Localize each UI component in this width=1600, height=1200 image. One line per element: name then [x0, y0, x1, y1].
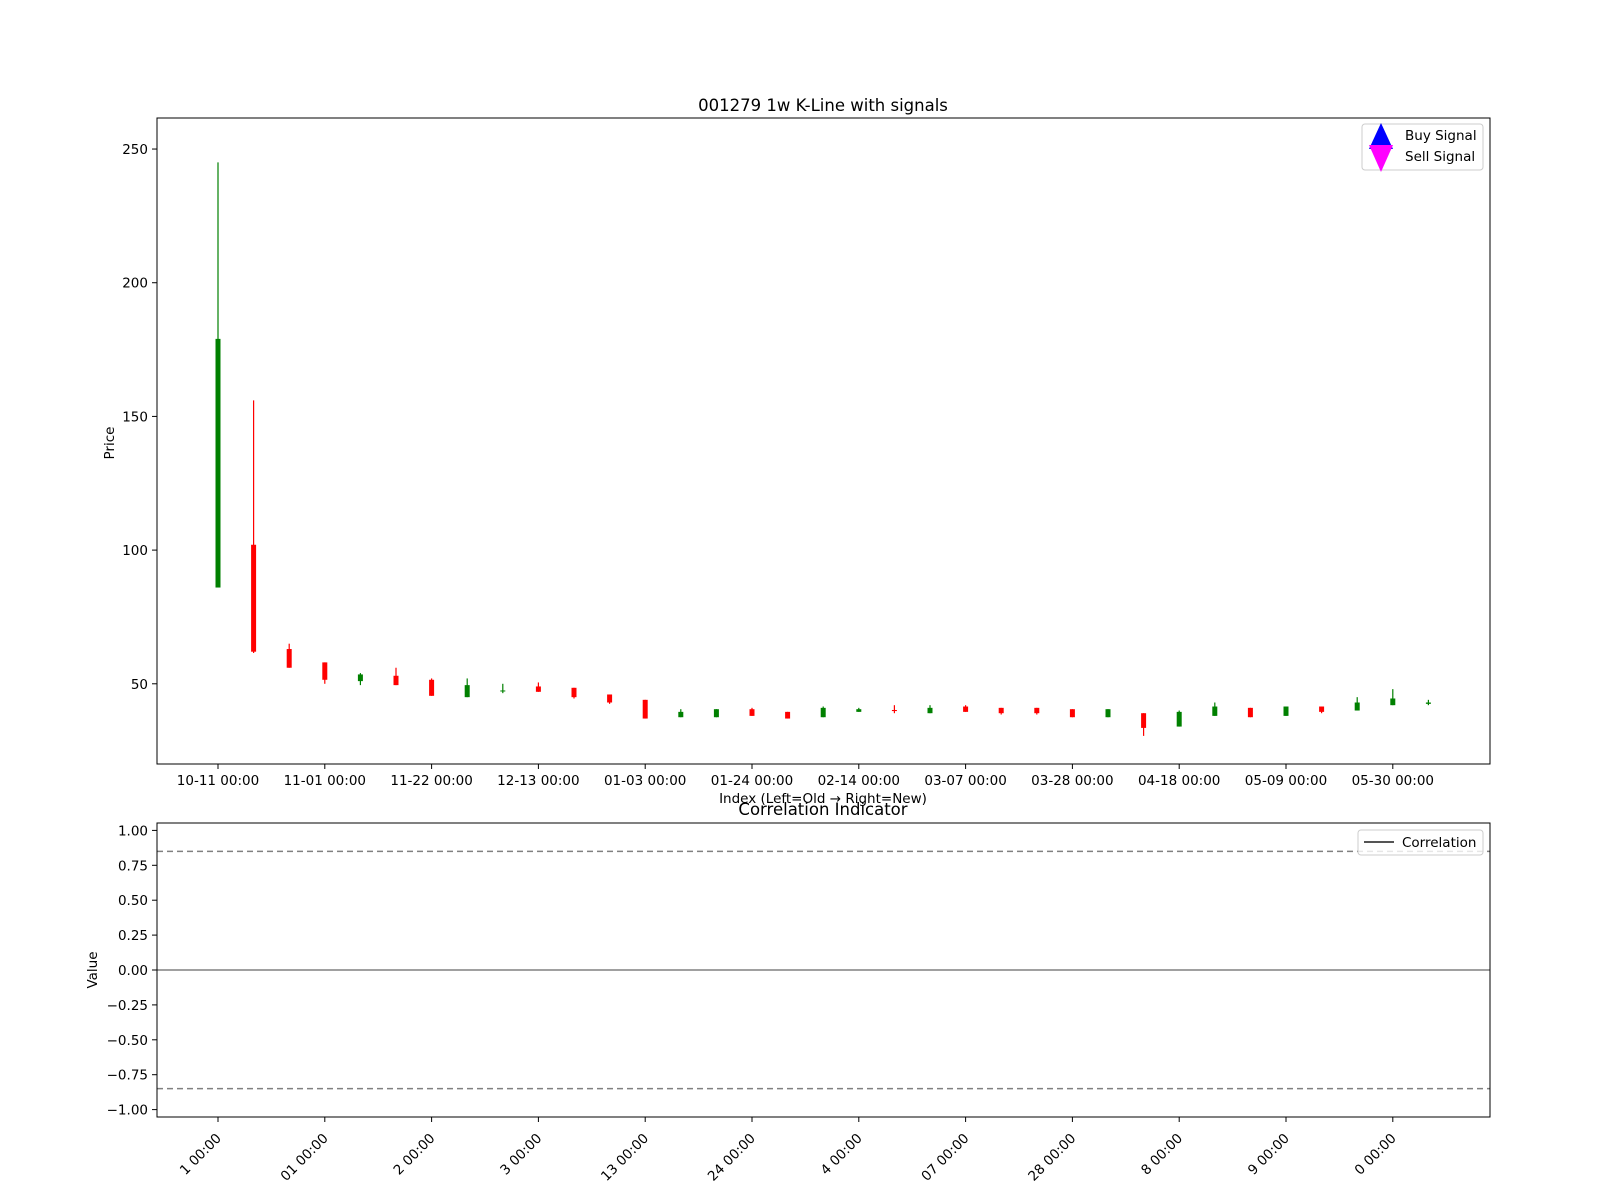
candle-body-up [820, 707, 826, 718]
kline-ylabel: Price [102, 427, 118, 460]
kline-xtick-label: 11-22 00:00 [390, 773, 472, 789]
candle-body-down [286, 649, 292, 668]
candle-body-up [927, 707, 933, 714]
candle-body-up [1105, 709, 1111, 718]
correlation-ytick-label: 0.25 [118, 928, 148, 944]
candle-body-down [785, 711, 791, 719]
kline-xtick-label: 11-01 00:00 [284, 773, 366, 789]
candle-body-up [1176, 711, 1182, 727]
kline-xtick-label: 04-18 00:00 [1138, 773, 1220, 789]
candle-body-up [856, 709, 862, 712]
candle-body-up [464, 685, 470, 698]
legend-sell-signal-label: Sell Signal [1405, 149, 1475, 165]
candle-body-down [322, 662, 328, 680]
candle-body-down [963, 706, 969, 712]
kline-ytick-label: 150 [122, 409, 148, 425]
kline-xtick-label: 05-09 00:00 [1245, 773, 1327, 789]
candle-body-up [1354, 702, 1360, 711]
figure: 001279 1w K-Line with signals 50 100 150 20… [0, 0, 1600, 1200]
kline-xtick-label: 02-14 00:00 [818, 773, 900, 789]
candle-body-down [251, 544, 257, 652]
candle-body-up [215, 338, 221, 588]
kline-title: 001279 1w K-Line with signals [698, 96, 948, 115]
candle-body-up [500, 690, 506, 692]
correlation-ytick-label: −1.00 [107, 1103, 148, 1119]
kline-legend: Buy Signal Sell Signal [1361, 123, 1484, 172]
candle-body-up [713, 709, 719, 718]
kline-xtick-label: 03-07 00:00 [924, 773, 1006, 789]
correlation-ytick-label: 0.75 [118, 858, 148, 874]
candle-body-up [1390, 698, 1396, 706]
kline-xtick-label: 05-30 00:00 [1352, 773, 1434, 789]
candle-body-down [1247, 707, 1253, 718]
kline-ytick-label: 200 [122, 276, 148, 292]
candle-body-down [642, 699, 648, 719]
candle-body-up [357, 674, 363, 682]
candle-body-up [1212, 706, 1218, 716]
candle-body-down [891, 709, 897, 712]
candle-body-down [1069, 709, 1075, 718]
correlation-ytick-label: 0.00 [118, 963, 148, 979]
kline-xtick-label: 10-11 00:00 [177, 773, 259, 789]
kline-xtick-label: 03-28 00:00 [1031, 773, 1113, 789]
candle-body-up [678, 711, 684, 718]
correlation-legend: Correlation [1357, 829, 1484, 856]
kline-ytick-label: 100 [122, 543, 148, 559]
kline-xtick-label: 01-03 00:00 [604, 773, 686, 789]
kline-ytick-label: 50 [131, 677, 148, 693]
correlation-ytick-label: −0.50 [107, 1033, 148, 1049]
figure-background [0, 0, 1600, 1200]
kline-xtick-label: 12-13 00:00 [497, 773, 579, 789]
correlation-title: Correlation Indicator [738, 800, 907, 819]
correlation-ytick-label: 1.00 [118, 823, 148, 839]
candle-body-down [571, 687, 577, 698]
correlation-ytick-label: −0.75 [107, 1068, 148, 1084]
legend-correlation-label: Correlation [1402, 835, 1476, 851]
legend-buy-signal-label: Buy Signal [1405, 128, 1477, 144]
candle-body-down [1034, 707, 1040, 714]
candle-body-down [749, 709, 755, 716]
candle-body-down [998, 707, 1004, 714]
candle-body-down [1319, 706, 1325, 712]
candle-body-down [607, 694, 613, 703]
kline-ytick-label: 250 [122, 142, 148, 158]
correlation-ytick-label: −0.25 [107, 998, 148, 1014]
kline-xtick-label: 01-24 00:00 [711, 773, 793, 789]
candle-body-down [1141, 713, 1147, 728]
candle-body-down [393, 675, 399, 686]
candle-body-up [1425, 702, 1431, 704]
candle-body-up [1283, 706, 1289, 716]
candle-body-down [429, 679, 435, 696]
candle-body-down [535, 686, 541, 692]
correlation-ylabel: Value [85, 951, 101, 988]
correlation-ytick-label: 0.50 [118, 893, 148, 909]
